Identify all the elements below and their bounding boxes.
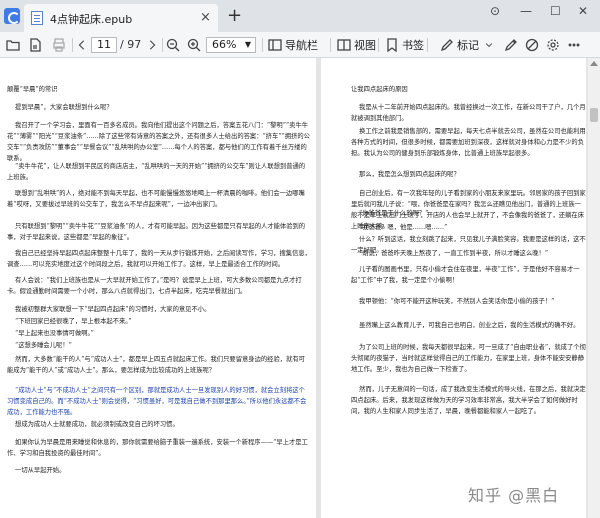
prev-page-icon[interactable] [76,37,88,53]
print-icon[interactable] [51,37,67,53]
paragraph: 儿子看的图画书里，只有小偷才会住在夜里，半夜“工作”，于是他好不容易才一起“工作… [351,266,580,284]
paragraph: 我是从十二年前开始四点起床的。我曾经换过一次工作，在新公司干了户，几个月就被调到… [351,104,586,122]
title-bar: 4点钟起床.epub × + ⊙ — ☐ ✕ [0,0,600,32]
document-icon [31,11,43,25]
paragraph: 有人会说：“我们上班族也是从一大早就开始工作了。”是吗？说是早上上班，可大多数公… [7,277,302,295]
paragraph: 我被初整群大家联想一下“早起四点起床”的习惯时，大家的意见不小。 [7,306,211,313]
toolbar-divider [427,38,428,52]
pin-icon[interactable]: ⊙ [490,4,500,18]
bookmark-label: 书签 [402,39,424,52]
left-page: 颠覆“早晨”的常识 提到早晨”，大家会联想到什么呢？ 我召开了一个学习会，里面有… [0,58,316,518]
paragraph: 为了公司上班的时候，我每天都很早起来，可一旦成了“自由职业者”，就成了个彻头彻尾… [351,344,586,373]
paragraph: “胡说，爸爸昨天晚上熬夜了，一直工作到半夜，所以才睡这么晚！” [351,250,549,257]
open-folder-icon[interactable] [5,37,21,53]
paragraph: 提到早晨”，大家会联想到什么呢？ [7,104,113,111]
sidebar-icon [268,39,282,51]
toolbar: 11 / 97 66% ▼ 导航栏 视图 书签 标记 [0,32,600,58]
chevron-down-icon: ▼ [244,40,251,49]
paragraph: “成功人士”与“不成功人士”之间只有一个区别，那就是成功人士一旦发现别人的好习惯… [7,387,307,416]
zoom-in-icon[interactable] [186,37,202,53]
scroll-thumb[interactable] [590,108,598,122]
bookmark-button[interactable]: 书签 [385,37,424,53]
more-options-icon[interactable] [566,37,582,53]
paragraph: 然而，大多数“能干的人”与“成功人士”，都是早上四五点就起床工作。我们只要留意身… [7,356,305,374]
reading-area[interactable]: 颠覆“早晨”的常识 提到早晨”，大家会联想到什么呢？ 我召开了一个学习会，里面有… [0,58,600,518]
paragraph: “我爸爸？嗯，他是……嗯……” [351,224,448,231]
paragraph: 联想到“乱哄哄”的人，绝对能不到每天早起，也不可能慢慢悠悠地喝上一杯清晨的咖啡。… [7,190,305,208]
scroll-up-arrow[interactable] [590,61,598,66]
toolbar-divider [72,38,73,52]
settings-icon[interactable] [545,37,561,53]
paragraph: 想成为成功人士就要成功，就必须制或改变自己的坏习惯。 [7,421,179,428]
mark-dropdown-icon[interactable] [484,37,494,53]
maximize-button[interactable]: ☐ [550,4,561,18]
zoom-select[interactable]: 66% ▼ [206,37,256,53]
paragraph: 让我四点起床的原因 [351,86,408,93]
view-label: 视图 [354,39,376,52]
view-icon [337,39,351,51]
paragraph: “你爸爸是干什么的呢？” [351,210,429,217]
paragraph: “下班回家已经很晚了，早上根本起不来。” [7,318,132,325]
paragraph: 然而，儿子无意间的一句话，成了我改变生活模式的导火线，在那之后，我就决定四点起床… [351,386,586,415]
paragraph: 如果你认为早晨是用来睡觉和休息的，那你就需要给脑子重装一遍系统，安装一个新程序—… [7,439,308,457]
paragraph: 那么，我是怎么想到四点起床的呢？ [351,171,460,178]
paragraph: 我自己已经坚持早起四点起床整整十几年了，我的一天从步行锻炼开始，之后阅读写作，学… [7,250,311,268]
paragraph: 虽然嘴上这么教育儿子，可我自己也明白，创业之后，我的生活模式的确不好。 [351,322,580,329]
convert-pdf-icon[interactable] [27,37,43,53]
minimize-button[interactable]: — [520,4,532,18]
document-tab[interactable]: 4点钟起床.epub × [24,4,218,32]
pen-icon[interactable] [503,37,519,53]
mark-label: 标记 [457,39,479,52]
right-page: 让我四点起床的原因 我是从十二年前开始四点起床的。我曾经换过一次工作，在新公司干… [321,58,586,518]
navigation-pane-button[interactable]: 导航栏 [268,37,318,53]
view-button[interactable]: 视图 [337,37,376,53]
tab-close-icon[interactable]: × [200,10,211,25]
paragraph: “这想多睡会儿呢！” [7,342,72,349]
page-number-input[interactable]: 11 [91,37,117,53]
close-window-button[interactable]: ✕ [578,4,588,18]
navigation-pane-label: 导航栏 [285,39,318,52]
watermark: 知乎 @黑白 [468,486,560,505]
paragraph: 颠覆“早晨”的常识 [7,86,58,93]
next-page-icon[interactable] [146,37,158,53]
paragraph: “早上起来也没事情可做啊。” [7,330,94,337]
vertical-scrollbar[interactable] [588,58,600,518]
paragraph: 换工作之前我是销售部的，需要早起，每天七点半就去公司，虽然在公司也能利用各种方式… [351,128,586,157]
bookmark-icon [387,38,397,52]
paragraph: 一切从早起开始。 [7,467,66,474]
eraser-icon[interactable] [524,37,540,53]
zoom-out-icon[interactable] [165,37,181,53]
paragraph: 我甲顿他：“你可不能开这种玩笑，不然别人会笑话你是小偷的孩子！” [351,298,555,305]
mark-button[interactable]: 标记 [440,37,479,53]
toolbar-divider [330,38,331,52]
tab-title: 4点钟起床.epub [50,13,133,26]
paragraph: “卖牛牛花”，让人联想到平民区的商店店主，“乱哄哄的一天的开始”“拥挤的公交车”… [7,163,306,181]
page-total: / 97 [120,38,142,51]
toolbar-divider [162,38,163,52]
new-tab-button[interactable]: + [227,5,242,26]
zoom-value: 66% [212,38,237,51]
paragraph: 我召开了一个学习会，里面有一百多名成员。我向他们提出这个问题之后，答案五花八门：… [7,122,310,162]
toolbar-divider [262,38,263,52]
highlighter-icon [440,39,453,52]
app-logo-icon [4,8,20,24]
paragraph: 只有联想到“黎明”“卖牛牛花”“豆浆油条”的人，才有可能早起。因为这些都是只有早… [7,223,306,241]
toolbar-divider [378,38,379,52]
